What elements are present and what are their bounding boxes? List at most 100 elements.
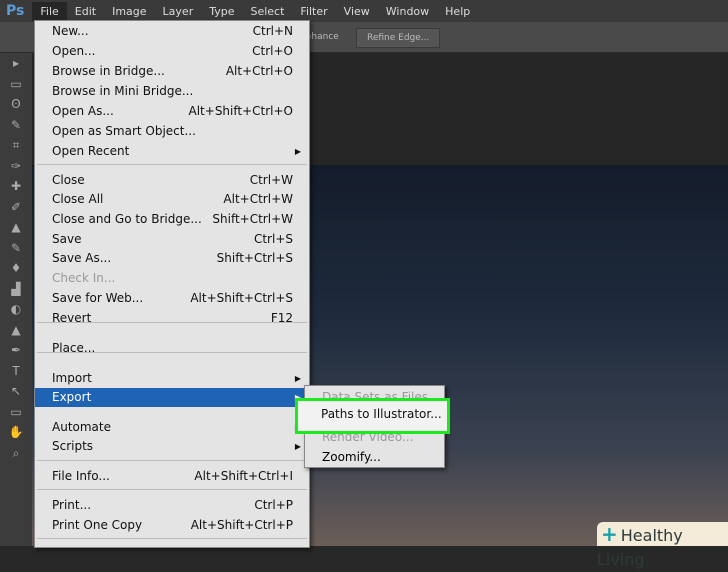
menu-item-open-as[interactable]: Open As... Alt+Shift+Ctrl+O: [35, 102, 309, 121]
menu-item-label: File Info...: [52, 469, 110, 483]
tool-icon[interactable]: ✎: [0, 238, 32, 259]
menu-item-label: Close All: [52, 192, 104, 206]
menu-item-shortcut: Alt+Shift+Ctrl+P: [190, 518, 293, 532]
menu-file[interactable]: File: [32, 1, 67, 21]
menu-item-shortcut: Alt+Ctrl+W: [223, 192, 293, 206]
menu-type[interactable]: Type: [201, 2, 242, 21]
menu-item-label: Place...: [52, 341, 96, 355]
tool-icon[interactable]: ✐: [0, 197, 32, 218]
menu-item-file-info[interactable]: File Info... Alt+Shift+Ctrl+I: [35, 467, 309, 486]
submenu-arrow-icon: ▶: [294, 374, 301, 383]
menu-separator: [37, 538, 307, 539]
menu-item-label: Open As...: [52, 104, 114, 118]
menu-item-shortcut: Ctrl+S: [253, 232, 293, 246]
menu-item-browse-in-mini-bridge[interactable]: Browse in Mini Bridge...: [35, 82, 309, 101]
menu-image[interactable]: Image: [104, 2, 154, 21]
menu-item-open-recent[interactable]: Open Recent ▶: [35, 142, 309, 161]
menu-item-shortcut: Alt+Shift+Ctrl+O: [188, 104, 293, 118]
menu-item-shortcut: Alt+Ctrl+O: [225, 64, 293, 78]
menu-item-label: Automate: [52, 420, 111, 434]
tool-icon[interactable]: ▟: [0, 279, 32, 300]
tool-icon[interactable]: ♦: [0, 258, 32, 279]
menu-item-print-one-copy[interactable]: Print One Copy Alt+Shift+Ctrl+P: [35, 516, 309, 535]
menu-item-shortcut: Alt+Shift+Ctrl+S: [190, 291, 293, 305]
menu-bar: Ps File Edit Image Layer Type Select Filter Vie…: [0, 0, 728, 22]
menu-item-open-as-smart-object[interactable]: Open as Smart Object...: [35, 122, 309, 141]
tool-icon[interactable]: ʘ: [0, 94, 32, 115]
file-menu: New... Ctrl+N Open... Ctrl+O Browse in Bridg…: [34, 20, 310, 548]
menu-item-label: Import: [52, 371, 92, 385]
menu-item-label: Close: [52, 173, 85, 187]
watermark: + Healthy Living: [597, 522, 728, 569]
menu-edit[interactable]: Edit: [67, 2, 104, 21]
menu-item-automate[interactable]: Automate▶: [35, 418, 309, 437]
menu-item-label: Print...: [52, 498, 92, 512]
menu-item-shortcut: Shift+Ctrl+W: [212, 212, 293, 226]
menu-item-label: Revert: [52, 311, 92, 325]
tool-icon[interactable]: ▭: [0, 74, 32, 95]
menu-item-label: Print One Copy: [52, 518, 143, 532]
tool-icon[interactable]: ✚: [0, 176, 32, 197]
menu-item-new[interactable]: New... Ctrl+N: [35, 22, 309, 41]
menu-item-label: Zoomify...: [322, 450, 381, 464]
tool-icon[interactable]: ⌗: [0, 135, 32, 156]
menu-item-save-as[interactable]: Save As... Shift+Ctrl+S: [35, 249, 309, 268]
tools-panel: ▸ ▭ ʘ ✎ ⌗ ✑ ✚ ✐ ▲ ✎ ♦ ▟ ◐ ▲ ✒ T ↖ ▭ ✋ ⌕: [0, 53, 32, 546]
menu-item-label: Close and Go to Bridge...: [52, 212, 202, 226]
menu-item-label: Browse in Bridge...: [52, 64, 165, 78]
menu-item-check-in[interactable]: Check In...: [35, 269, 309, 288]
menu-item-label: Check In...: [52, 271, 116, 285]
menu-item-label: Open...: [52, 44, 96, 58]
menu-item-close-and-go-to-bridge[interactable]: Close and Go to Bridge... Shift+Ctrl+W: [35, 210, 309, 229]
menu-item-shortcut: Shift+Ctrl+S: [216, 251, 293, 265]
tool-icon[interactable]: ▸: [0, 53, 32, 74]
refine-edge-button[interactable]: Refine Edge...: [356, 28, 441, 48]
menu-item-label: Export: [52, 390, 92, 404]
tool-icon[interactable]: ✑: [0, 156, 32, 177]
submenu-item[interactable]: Zoomify...: [305, 448, 444, 467]
menu-item-label: Save: [52, 232, 82, 246]
menu-item-shortcut: F12: [270, 311, 293, 325]
menu-item-label: Save As...: [52, 251, 112, 265]
menu-item-shortcut: Alt+Shift+Ctrl+I: [194, 469, 293, 483]
menu-filter[interactable]: Filter: [292, 2, 335, 21]
tool-icon[interactable]: ▲: [0, 320, 32, 341]
menu-item-label: Save for Web...: [52, 291, 144, 305]
tool-icon[interactable]: ▲: [0, 217, 32, 238]
menu-item-shortcut: Ctrl+W: [249, 173, 293, 187]
menu-select[interactable]: Select: [242, 2, 292, 21]
tool-icon[interactable]: ✋: [0, 422, 32, 443]
menu-item-open[interactable]: Open... Ctrl+O: [35, 42, 309, 61]
paths-to-illustrator-item[interactable]: Paths to Illustrator...: [295, 398, 450, 434]
menu-item-export[interactable]: Export▶: [35, 388, 309, 407]
menu-item-save[interactable]: Save Ctrl+S: [35, 230, 309, 249]
menu-help[interactable]: Help: [437, 2, 478, 21]
tool-icon[interactable]: ↖: [0, 381, 32, 402]
menu-view[interactable]: View: [336, 2, 378, 21]
tool-icon[interactable]: ◐: [0, 299, 32, 320]
menu-item-scripts[interactable]: Scripts ▶: [35, 437, 309, 456]
menu-item-label: New...: [52, 24, 89, 38]
menu-window[interactable]: Window: [378, 2, 437, 21]
menu-layer[interactable]: Layer: [155, 2, 202, 21]
menu-item-label: Open Recent: [52, 144, 130, 158]
tool-icon[interactable]: ▭: [0, 402, 32, 423]
tool-icon[interactable]: ⌕: [0, 443, 32, 464]
menu-item-close[interactable]: Close Ctrl+W: [35, 171, 309, 190]
menu-separator: [37, 164, 307, 165]
tool-icon[interactable]: ✎: [0, 115, 32, 136]
menu-item-shortcut: Ctrl+O: [252, 44, 293, 58]
tool-icon[interactable]: T: [0, 361, 32, 382]
menu-item-label: Open as Smart Object...: [52, 124, 196, 138]
menu-item-place[interactable]: Place...: [35, 339, 309, 358]
menu-item-revert[interactable]: Revert F12: [35, 309, 309, 328]
menu-item-print[interactable]: Print... Ctrl+P: [35, 496, 309, 515]
menu-item-label: Browse in Mini Bridge...: [52, 84, 194, 98]
menu-item-import[interactable]: Import ▶: [35, 369, 309, 388]
submenu-arrow-icon: ▶: [294, 147, 301, 156]
menu-item-label: Paths to Illustrator...: [321, 407, 442, 421]
menu-item-save-for-web[interactable]: Save for Web... Alt+Shift+Ctrl+S: [35, 289, 309, 308]
menu-item-close-all[interactable]: Close All Alt+Ctrl+W: [35, 190, 309, 209]
menu-item-browse-in-bridge[interactable]: Browse in Bridge... Alt+Ctrl+O: [35, 62, 309, 81]
tool-icon[interactable]: ✒: [0, 340, 32, 361]
